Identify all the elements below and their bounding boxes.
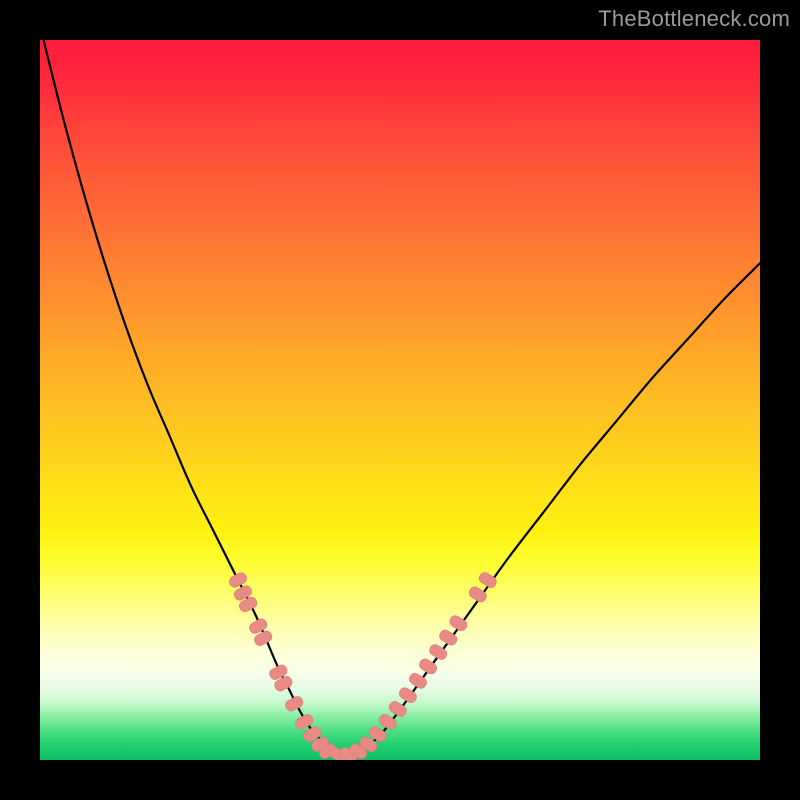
bottleneck-curve	[40, 40, 760, 755]
marker-group	[227, 571, 498, 760]
plot-area	[40, 40, 760, 760]
curve-marker	[477, 571, 498, 590]
chart-overlay-svg	[40, 40, 760, 760]
chart-frame: TheBottleneck.com	[0, 0, 800, 800]
curve-marker	[284, 695, 305, 713]
curve-marker	[467, 585, 488, 604]
watermark-text: TheBottleneck.com	[598, 6, 790, 32]
